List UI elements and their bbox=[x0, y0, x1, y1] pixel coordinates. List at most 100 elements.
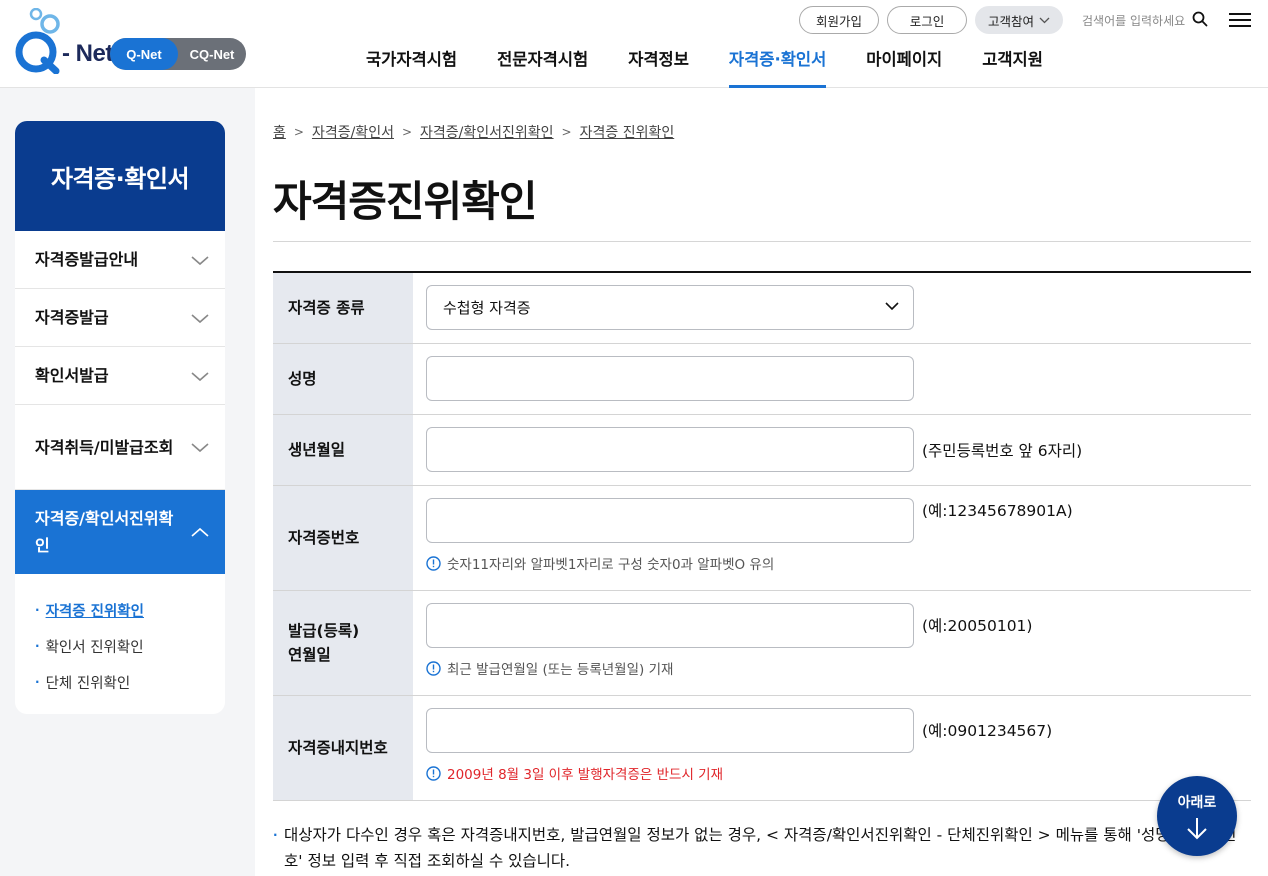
scroll-down-label: 아래로 bbox=[1177, 795, 1217, 811]
scroll-down-button[interactable]: 아래로 bbox=[1157, 776, 1237, 856]
title-divider bbox=[273, 241, 1251, 242]
breadcrumb-certificate[interactable]: 자격증/확인서 bbox=[312, 122, 394, 142]
form-label-inner-no: 자격증내지번호 bbox=[273, 696, 413, 800]
sidebar-subitem-cert-check[interactable]: · 자격증 진위확인 bbox=[35, 592, 225, 628]
main-nav: 국가자격시험 전문자격시험 자격정보 자격증·확인서 마이페이지 고객지원 bbox=[346, 44, 1063, 88]
sidebar-item-acquisition-lookup[interactable]: 자격취득/미발급조회 bbox=[15, 405, 225, 490]
bullet-icon: · bbox=[35, 639, 40, 653]
form-cell-inner-no: (예:0901234567) 2009년 8월 3일 이후 발행자격증은 반드시… bbox=[413, 696, 1251, 800]
join-button[interactable]: 회원가입 bbox=[799, 6, 879, 34]
issue-date-input[interactable] bbox=[426, 603, 914, 648]
form-row-inner-no: 자격증내지번호 (예:0901234567) 2009년 8월 3일 이후 발행… bbox=[273, 696, 1251, 801]
sidebar-item-label: 자격취득/미발급조회 bbox=[35, 437, 174, 457]
sidebar-subitem-confirmation-check[interactable]: · 확인서 진위확인 bbox=[35, 628, 225, 664]
bottom-guide-note-text: 대상자가 다수인 경우 혹은 자격증내지번호, 발급연월일 정보가 없는 경우,… bbox=[284, 826, 1237, 870]
chevron-down-icon bbox=[191, 443, 209, 453]
form-row-name: 성명 bbox=[273, 344, 1251, 415]
cert-no-field: (예:12345678901A) bbox=[426, 498, 1239, 543]
issue-date-hint: (예:20050101) bbox=[922, 616, 1033, 635]
site-header: - Net Q-Net CQ-Net 회원가입 로그인 고객참여 검색어를 입력… bbox=[0, 0, 1268, 88]
form-cell-name bbox=[413, 344, 1251, 414]
form-cell-type: 수첩형 자격증 bbox=[413, 273, 1251, 343]
sidebar-item-label: 확인서발급 bbox=[35, 366, 109, 385]
site-toggle-qnet[interactable]: Q-Net bbox=[110, 38, 178, 70]
sidebar-item-label: 자격증발급 bbox=[35, 308, 109, 327]
sidebar-submenu: · 자격증 진위확인 · 확인서 진위확인 · 단체 진위확인 bbox=[15, 574, 225, 700]
form-label-issue-line1: 발급(등록) bbox=[288, 622, 360, 640]
bottom-guide-note: · 대상자가 다수인 경우 혹은 자격증내지번호, 발급연월일 정보가 없는 경… bbox=[273, 822, 1253, 874]
nav-qualification-info[interactable]: 자격정보 bbox=[608, 44, 709, 88]
chevron-down-icon bbox=[1039, 17, 1050, 23]
breadcrumb-separator-icon: > bbox=[293, 125, 304, 139]
customer-dropdown[interactable]: 고객참여 bbox=[975, 6, 1063, 34]
cert-no-note-text: 숫자11자리와 알파벳1자리로 구성 숫자0과 알파벳O 유의 bbox=[447, 557, 775, 573]
sidebar-subitem-group-check[interactable]: · 단체 진위확인 bbox=[35, 664, 225, 700]
nav-professional-exam[interactable]: 전문자격시험 bbox=[477, 44, 608, 88]
arrow-down-icon bbox=[1187, 818, 1207, 840]
breadcrumb-current[interactable]: 자격증 진위확인 bbox=[580, 122, 675, 142]
inner-no-input[interactable] bbox=[426, 708, 914, 753]
form-label-cert-no: 자격증번호 bbox=[273, 486, 413, 590]
cert-type-select[interactable]: 수첩형 자격증 bbox=[426, 285, 914, 330]
breadcrumb-authenticity[interactable]: 자격증/확인서진위확인 bbox=[420, 122, 554, 142]
search-input[interactable]: 검색어를 입력하세요 bbox=[1082, 12, 1185, 29]
hamburger-menu-icon[interactable] bbox=[1229, 11, 1251, 29]
logo-wordmark: - Net bbox=[62, 40, 113, 67]
login-button[interactable]: 로그인 bbox=[887, 6, 967, 34]
form-row-birth: 생년월일 (주민등록번호 앞 6자리) bbox=[273, 415, 1251, 486]
chevron-down-icon bbox=[885, 302, 899, 311]
sidebar-item-issue[interactable]: 자격증발급 bbox=[15, 289, 225, 347]
sidebar-item-authenticity[interactable]: 자격증/확인서진위확인 bbox=[15, 490, 225, 574]
bullet-icon: · bbox=[273, 828, 278, 842]
form-label-issue-date: 발급(등록) 연월일 bbox=[273, 591, 413, 695]
form-label-issue-date-text: 발급(등록) 연월일 bbox=[288, 619, 359, 667]
sidebar-item-label: 자격증발급안내 bbox=[35, 250, 139, 269]
sidebar-item-label: 자격증/확인서진위확인 bbox=[35, 509, 174, 555]
cert-no-input[interactable] bbox=[426, 498, 914, 543]
birth-field: (주민등록번호 앞 6자리) bbox=[426, 427, 1239, 472]
nav-support[interactable]: 고객지원 bbox=[962, 44, 1063, 88]
form-row-cert-no: 자격증번호 (예:12345678901A) 숫자11자리와 알파벳1자리로 구… bbox=[273, 486, 1251, 591]
info-icon bbox=[426, 555, 441, 571]
birth-hint: (주민등록번호 앞 6자리) bbox=[922, 441, 1083, 460]
form-cell-birth: (주민등록번호 앞 6자리) bbox=[413, 415, 1251, 485]
site-toggle-cqnet[interactable]: CQ-Net bbox=[178, 38, 246, 70]
issue-date-field: (예:20050101) bbox=[426, 603, 1239, 648]
cert-no-hint: (예:12345678901A) bbox=[922, 501, 1073, 520]
inner-no-hint: (예:0901234567) bbox=[922, 721, 1053, 740]
sidebar-item-issue-guide[interactable]: 자격증발급안내 bbox=[15, 231, 225, 289]
info-icon bbox=[426, 660, 441, 676]
form-label-issue-line2: 연월일 bbox=[288, 646, 331, 664]
name-input[interactable] bbox=[426, 356, 914, 401]
verification-form: 자격증 종류 수첩형 자격증 성명 생년월일 (주민등록번호 앞 6자리) 자격… bbox=[273, 271, 1251, 801]
nav-national-exam[interactable]: 국가자격시험 bbox=[346, 44, 477, 88]
sidebar-subitem-label: 확인서 진위확인 bbox=[45, 639, 144, 656]
site-toggle: Q-Net CQ-Net bbox=[110, 38, 246, 70]
birth-input[interactable] bbox=[426, 427, 914, 472]
form-row-type: 자격증 종류 수첩형 자격증 bbox=[273, 273, 1251, 344]
inner-no-note-text: 2009년 8월 3일 이후 발행자격증은 반드시 기재 bbox=[447, 767, 724, 783]
search-icon[interactable] bbox=[1192, 11, 1208, 27]
inner-no-field: (예:0901234567) bbox=[426, 708, 1239, 753]
inner-no-note: 2009년 8월 3일 이후 발행자격증은 반드시 기재 bbox=[426, 763, 1239, 783]
nav-certificate[interactable]: 자격증·확인서 bbox=[709, 44, 846, 88]
sidebar: 자격증·확인서 자격증발급안내 자격증발급 확인서발급 자격취득/미발급조회 자… bbox=[15, 121, 225, 714]
breadcrumb-separator-icon: > bbox=[401, 125, 413, 139]
form-label-name: 성명 bbox=[273, 344, 413, 414]
sidebar-item-confirmation-issue[interactable]: 확인서발급 bbox=[15, 347, 225, 405]
sidebar-subitem-label: 자격증 진위확인 bbox=[45, 603, 144, 620]
issue-date-note: 최근 발급연월일 (또는 등록년월일) 기재 bbox=[426, 658, 1239, 678]
chevron-down-icon bbox=[191, 255, 209, 265]
form-label-type: 자격증 종류 bbox=[273, 273, 413, 343]
breadcrumb-home[interactable]: 홈 bbox=[273, 122, 286, 142]
issue-date-note-text: 최근 발급연월일 (또는 등록년월일) 기재 bbox=[447, 662, 674, 678]
chevron-up-icon bbox=[191, 527, 209, 537]
form-cell-issue-date: (예:20050101) 최근 발급연월일 (또는 등록년월일) 기재 bbox=[413, 591, 1251, 695]
customer-dropdown-label: 고객참여 bbox=[987, 13, 1034, 29]
nav-mypage[interactable]: 마이페이지 bbox=[846, 44, 962, 88]
chevron-down-icon bbox=[191, 371, 209, 381]
bullet-icon: · bbox=[35, 675, 40, 689]
bullet-icon: · bbox=[35, 603, 40, 617]
page-title: 자격증진위확인 bbox=[273, 177, 537, 226]
info-icon bbox=[426, 765, 441, 781]
